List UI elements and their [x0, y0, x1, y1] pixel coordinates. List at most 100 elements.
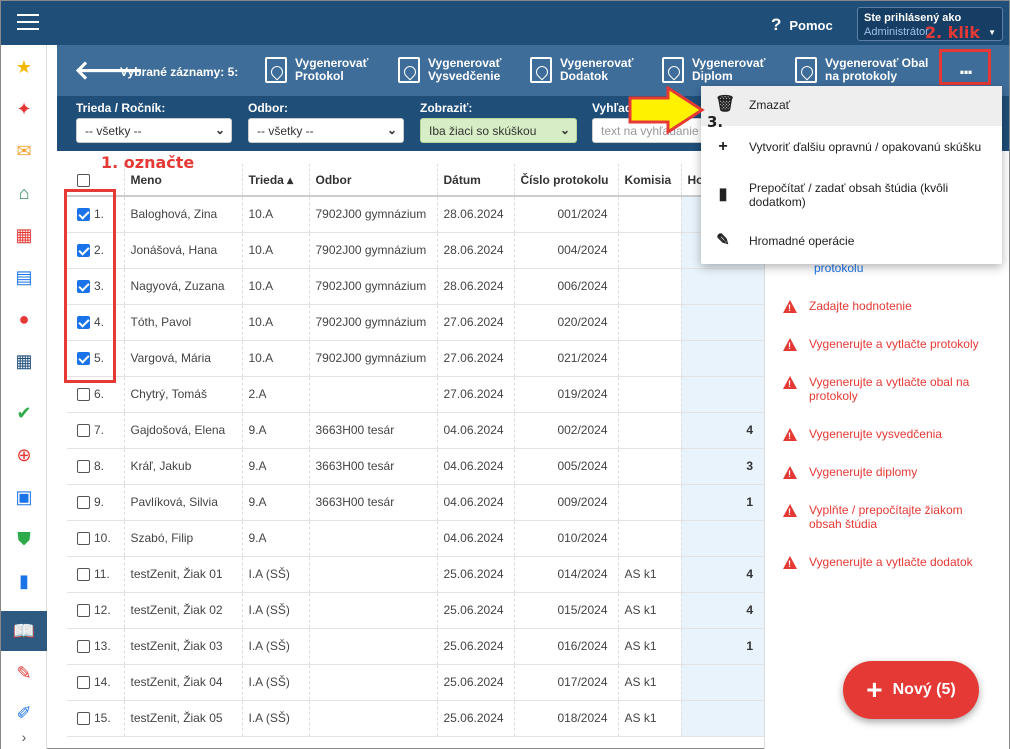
new-record-button[interactable]: + Nový (5): [843, 661, 979, 719]
generate-protocol-button[interactable]: Vygenerovať Protokol: [265, 57, 368, 83]
cell-meno: Pavlíková, Silvia: [124, 484, 243, 521]
trieda-select[interactable]: -- všetky -- ⌄: [76, 118, 232, 143]
cell-komisia: [618, 412, 682, 449]
cell-trieda: 10.A: [242, 196, 310, 233]
row-number: 11.: [94, 566, 110, 581]
row-checkbox[interactable]: [77, 640, 90, 654]
cell-odbor: 3663H00 tesár: [309, 484, 438, 521]
task-item[interactable]: Vyplňte / prepočítajte žiakom obsah štúd…: [783, 503, 998, 531]
col-komisia[interactable]: Komisia: [618, 164, 682, 197]
table-row[interactable]: 14. testZenit, Žiak 04 I.A (SŠ) 25.06.2024 0…: [67, 664, 765, 701]
row-checkbox[interactable]: [77, 604, 90, 618]
generate-certificate-button[interactable]: Vygenerovať Vysvedčenie: [398, 57, 501, 83]
menu-item-recalculate[interactable]: ▮ Prepočítať / zadať obsah štúdia (kvôli …: [701, 181, 1002, 209]
row-checkbox[interactable]: [77, 460, 90, 474]
col-cislo[interactable]: Číslo protokolu: [514, 164, 619, 197]
generate-supplement-button[interactable]: Vygenerovať Dodatok: [530, 57, 633, 83]
shield-icon[interactable]: ⛊: [12, 527, 36, 551]
help-link[interactable]: ? Pomoc: [771, 15, 833, 35]
table-row[interactable]: 10. Szabó, Filip 9.A 04.06.2024 010/2024: [67, 520, 765, 557]
task-item[interactable]: Vygenerujte a vytlačte obal na protokoly: [783, 375, 998, 403]
cell-cislo: 006/2024: [514, 268, 619, 305]
cell-meno: Baloghová, Zina: [124, 196, 243, 233]
mail-icon[interactable]: ✉: [12, 139, 36, 163]
cell-trieda: I.A (SŠ): [242, 628, 310, 665]
table-row[interactable]: 2. Jonášová, Hana 10.A 7902J00 gymnázium 28.…: [67, 232, 765, 269]
menu-item-create-exam[interactable]: + Vytvoriť ďalšiu opravnú / opakovanú skú…: [701, 139, 1002, 155]
trieda-value: -- všetky --: [85, 124, 142, 138]
table-row[interactable]: 13. testZenit, Žiak 03 I.A (SŠ) 25.06.2024 0…: [67, 628, 765, 665]
cell-meno: Nagyová, Zuzana: [124, 268, 243, 305]
task-item[interactable]: Zadajte hodnotenie: [783, 299, 998, 315]
button-label: Vygenerovať: [560, 56, 634, 70]
table-row[interactable]: 15. testZenit, Žiak 05 I.A (SŠ) 25.06.2024 0…: [67, 700, 765, 737]
pen-icon[interactable]: ✐: [12, 701, 36, 725]
menu-item-bulk[interactable]: ✎ Hromadné operácie: [701, 232, 1002, 249]
table-row[interactable]: 12. testZenit, Žiak 02 I.A (SŠ) 25.06.2024 0…: [67, 592, 765, 629]
zobrazit-select[interactable]: Iba žiaci so skúškou ⌄: [420, 118, 577, 143]
warning-icon: [783, 556, 797, 571]
cell-odbor: 7902J00 gymnázium: [309, 232, 438, 269]
row-select-cell: 10.: [67, 520, 125, 557]
row-checkbox[interactable]: [77, 496, 90, 510]
generate-cover-button[interactable]: Vygenerovať Obal na protokoly: [795, 57, 928, 83]
cell-trieda: I.A (SŠ): [242, 700, 310, 737]
table-row[interactable]: 11. testZenit, Žiak 01 I.A (SŠ) 25.06.2024 0…: [67, 556, 765, 593]
row-checkbox[interactable]: [77, 532, 90, 546]
menu-item-delete[interactable]: 🗑 Zmazať: [701, 97, 1002, 113]
col-datum[interactable]: Dátum: [437, 164, 515, 197]
notebook-icon[interactable]: ▤: [12, 265, 36, 289]
cell-datum: 04.06.2024: [437, 520, 515, 557]
cell-datum: 25.06.2024: [437, 628, 515, 665]
table-row[interactable]: 8. Kráľ, Jakub 9.A 3663H00 tesár 04.06.2024 0…: [67, 448, 765, 485]
button-label: Vysvedčenie: [428, 69, 501, 83]
table-row[interactable]: 1. Baloghová, Zina 10.A 7902J00 gymnázium 28…: [67, 196, 765, 233]
cell-ho: 4: [681, 592, 765, 629]
odbor-select[interactable]: -- všetky -- ⌄: [248, 118, 404, 143]
row-checkbox[interactable]: [77, 424, 90, 438]
book-icon[interactable]: 📖: [12, 619, 36, 643]
table-row[interactable]: 6. Chytrý, Tomáš 2.A 27.06.2024 019/2024: [67, 376, 765, 413]
home-icon[interactable]: ⌂: [12, 181, 36, 205]
menu-icon[interactable]: [17, 14, 39, 30]
generate-diploma-button[interactable]: Vygenerovať Diplom: [662, 57, 765, 83]
chat-icon[interactable]: ✎: [12, 661, 36, 685]
calendar-icon[interactable]: ▦: [12, 349, 36, 373]
grade-icon[interactable]: ⊕: [12, 443, 36, 467]
row-select-cell: 13.: [67, 628, 125, 665]
row-checkbox[interactable]: [77, 388, 90, 402]
odbor-value: -- všetky --: [257, 124, 314, 138]
check-icon[interactable]: ✔: [12, 401, 36, 425]
table-row[interactable]: 7. Gajdošová, Elena 9.A 3663H00 tesár 04.06.…: [67, 412, 765, 449]
task-item[interactable]: Vygenerujte a vytlačte protokoly: [783, 337, 998, 353]
row-checkbox[interactable]: [77, 568, 90, 582]
task-item[interactable]: Vygenerujte a vytlačte dodatok: [783, 555, 998, 571]
chevron-right-icon[interactable]: ›: [12, 725, 36, 749]
table-row[interactable]: 3. Nagyová, Zuzana 10.A 7902J00 gymnázium 28…: [67, 268, 765, 305]
cell-cislo: 005/2024: [514, 448, 619, 485]
user-icon[interactable]: ●: [12, 307, 36, 331]
table-row[interactable]: 4. Tóth, Pavol 10.A 7902J00 gymnázium 27.06.…: [67, 304, 765, 341]
star-icon[interactable]: ★: [12, 55, 36, 79]
magic-wand-icon[interactable]: ✦: [12, 97, 36, 121]
task-item[interactable]: Vygenerujte vysvedčenia: [783, 427, 998, 443]
cell-trieda: 10.A: [242, 268, 310, 305]
row-checkbox[interactable]: [77, 712, 90, 726]
task-label: Vygenerujte a vytlačte dodatok: [809, 555, 973, 569]
table-row[interactable]: 9. Pavlíková, Silvia 9.A 3663H00 tesár 04.06…: [67, 484, 765, 521]
cell-trieda: 9.A: [242, 520, 310, 557]
edit-icon: ✎: [716, 232, 730, 249]
briefcase-icon[interactable]: ▣: [12, 485, 36, 509]
timetable-icon[interactable]: ▦: [12, 223, 36, 247]
row-checkbox[interactable]: [77, 676, 90, 690]
row-number: 13.: [94, 638, 111, 653]
col-trieda[interactable]: Trieda ▴: [242, 164, 310, 197]
table-row[interactable]: 5. Vargová, Mária 10.A 7902J00 gymnázium 27.…: [67, 340, 765, 377]
more-options-button[interactable]: ...: [939, 49, 991, 85]
select-all-checkbox[interactable]: [77, 173, 90, 187]
col-odbor[interactable]: Odbor: [309, 164, 438, 197]
chart-icon[interactable]: ▮: [12, 569, 36, 593]
pdf-icon: [530, 57, 552, 83]
cell-odbor: [309, 700, 438, 737]
task-item[interactable]: Vygenerujte diplomy: [783, 465, 998, 481]
